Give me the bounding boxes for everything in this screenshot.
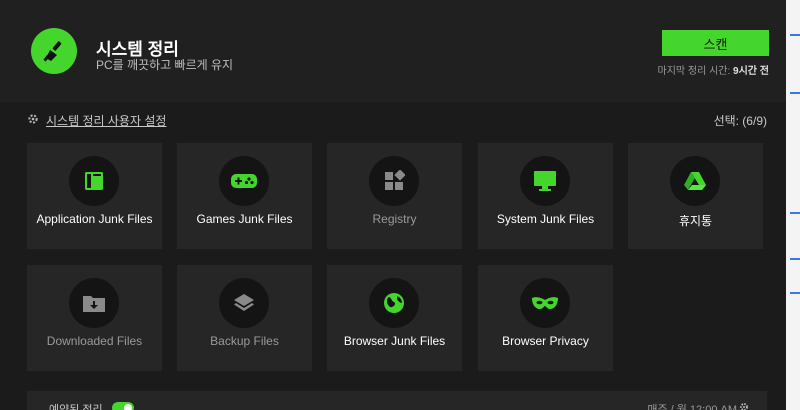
header: 시스템 정리 PC를 깨끗하고 빠르게 유지 스캔 마지막 정리 시간: 9시간… [0,0,786,102]
broom-icon [31,28,77,74]
tile-backup-files[interactable]: Backup Files [177,265,312,371]
background-window-edge [786,0,800,410]
tile-recycle-bin[interactable]: 휴지통 [628,143,763,249]
download-folder-icon [83,296,105,312]
globe-icon [384,293,404,313]
tile-icon-circle [369,156,419,206]
tile-system-junk-files[interactable]: System Junk Files [478,143,613,249]
tile-downloaded-files[interactable]: Downloaded Files [27,265,162,371]
tile-browser-privacy[interactable]: Browser Privacy [478,265,613,371]
last-scan-info: 마지막 정리 시간: 9시간 전 [658,62,769,77]
layers-icon [234,294,254,311]
tile-icon-circle [69,156,119,206]
tile-label: Downloaded Files [46,334,143,348]
app-window: 시스템 정리 PC를 깨끗하고 빠르게 유지 스캔 마지막 정리 시간: 9시간… [0,0,786,410]
mask-icon [532,297,558,309]
last-scan-value: 9시간 전 [733,66,769,77]
edge-mark [790,34,800,36]
edge-mark [790,212,800,214]
tile-icon-circle [219,278,269,328]
schedule-time: 매주 / 월 12:00 AM [647,404,737,410]
page-subtitle: PC를 깨끗하고 빠르게 유지 [96,58,234,72]
tile-games-junk-files[interactable]: Games Junk Files [177,143,312,249]
monitor-icon [534,171,556,191]
toggle-knob [124,404,132,410]
settings-row: 시스템 정리 사용자 설정 선택: (6/9) [27,112,767,128]
tile-label: Backup Files [210,334,279,348]
tile-label: System Junk Files [496,212,595,226]
tile-icon-circle [670,156,720,206]
edge-mark [790,92,800,94]
registry-icon [385,170,405,190]
selection-count: 선택: (6/9) [713,114,767,128]
edge-mark [790,258,800,260]
custom-settings-link[interactable]: 시스템 정리 사용자 설정 [46,112,166,129]
tile-label: Browser Privacy [502,334,589,348]
tile-application-junk-files[interactable]: Application Junk Files [27,143,162,249]
gear-icon [28,114,38,124]
schedule-toggle[interactable] [112,402,134,410]
tile-label: Application Junk Files [36,212,153,226]
scan-button[interactable]: 스캔 [662,30,769,56]
schedule-bar: 예약된 정리 매주 / 월 12:00 AM [27,391,767,410]
tile-icon-circle [69,278,119,328]
edge-mark [790,292,800,294]
schedule-label: 예약된 정리 [49,404,103,410]
gamepad-icon [231,174,257,188]
schedule-gear-icon[interactable] [739,402,749,410]
tile-icon-circle [369,278,419,328]
tile-icon-circle [520,156,570,206]
tile-label: 휴지통 [678,214,713,228]
last-scan-label: 마지막 정리 시간: [657,66,734,77]
tile-icon-circle [219,156,269,206]
tile-label: Games Junk Files [196,212,293,226]
tile-browser-junk-files[interactable]: Browser Junk Files [327,265,462,371]
application-icon [85,172,103,190]
drive-icon [684,172,706,190]
tile-label: Browser Junk Files [343,334,446,348]
tile-label: Registry [372,212,417,226]
tile-registry[interactable]: Registry [327,143,462,249]
tile-icon-circle [520,278,570,328]
